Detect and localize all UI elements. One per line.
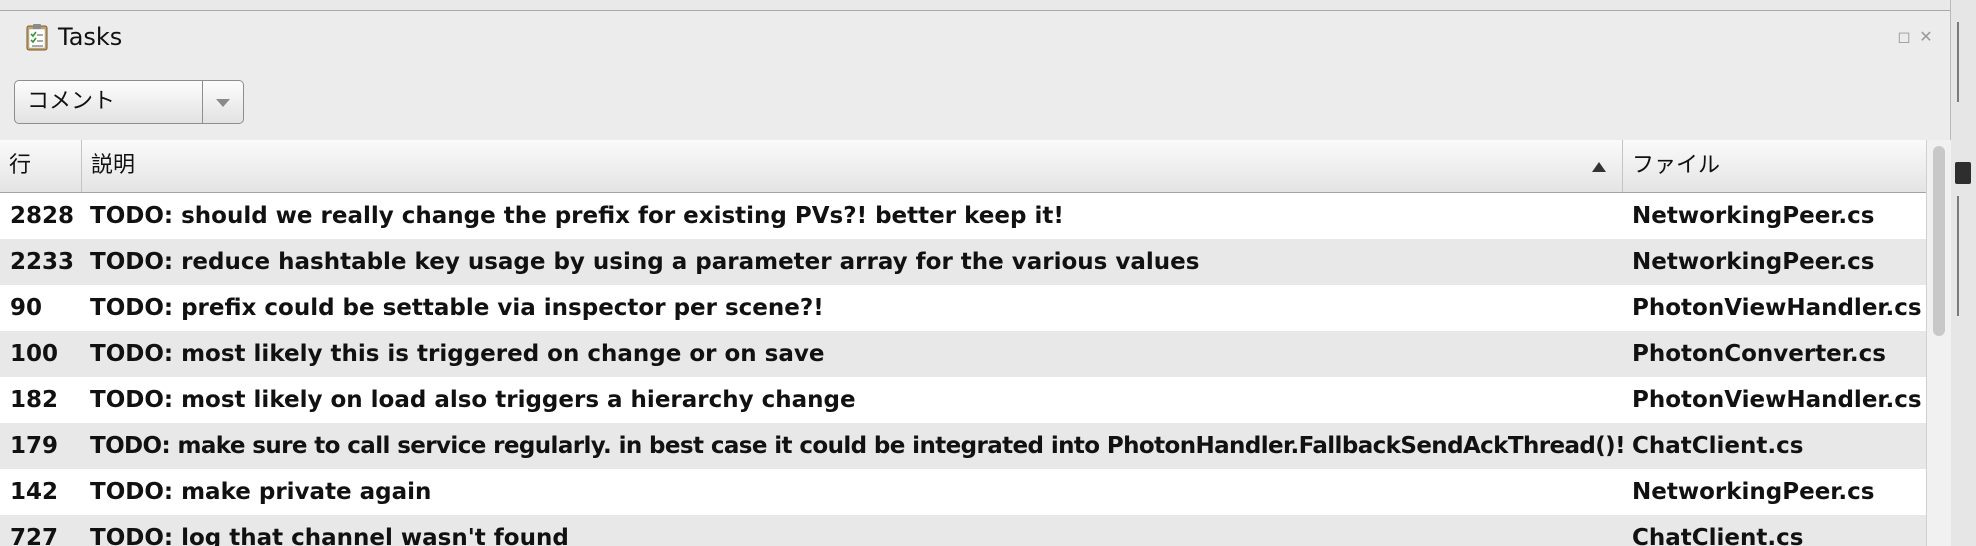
clipboard-checklist-icon [26, 24, 48, 51]
file-cell: ChatClient.cs [1632, 525, 1804, 546]
file-cell: PhotonViewHandler.cs [1632, 387, 1922, 413]
table-body: 2828 TODO: should we really change the p… [0, 193, 1926, 546]
vertical-scrollbar[interactable] [1926, 140, 1951, 546]
close-icon[interactable]: ✕ [1918, 29, 1934, 45]
line-cell: 90 [10, 295, 43, 321]
description-cell: TODO: should we really change the prefix… [90, 203, 1064, 229]
filter-selected-value: コメント [27, 89, 116, 114]
description-cell: TODO: most likely this is triggered on c… [90, 341, 825, 367]
table-row[interactable]: 727 TODO: log that channel wasn't found … [0, 515, 1926, 546]
filter-dropdown[interactable]: コメント [14, 80, 244, 124]
line-cell: 2233 [10, 249, 75, 275]
scrollbar-thumb[interactable] [1933, 146, 1945, 336]
line-cell: 100 [10, 341, 59, 367]
line-cell: 727 [10, 525, 59, 546]
table-row[interactable]: 90 TODO: prefix could be settable via in… [0, 285, 1926, 331]
tasks-table: 行 説明 ファイル 2828 TODO: should we really ch… [0, 140, 1926, 546]
vertical-tab-label-icon [1957, 196, 1971, 316]
table-row[interactable]: 2233 TODO: reduce hashtable key usage by… [0, 239, 1926, 285]
column-header-line[interactable]: 行 [0, 140, 82, 192]
file-cell: NetworkingPeer.cs [1632, 479, 1875, 505]
description-cell: TODO: prefix could be settable via inspe… [90, 295, 824, 321]
maximize-icon[interactable]: ◻ [1896, 29, 1912, 45]
table-row[interactable]: 182 TODO: most likely on load also trigg… [0, 377, 1926, 423]
vertical-tab-label-icon [1957, 22, 1971, 102]
table-row[interactable]: 100 TODO: most likely this is triggered … [0, 331, 1926, 377]
line-cell: 179 [10, 433, 59, 459]
line-cell: 2828 [10, 203, 75, 229]
column-header-file[interactable]: ファイル [1623, 140, 1926, 192]
file-cell: PhotonConverter.cs [1632, 341, 1886, 367]
table-header: 行 説明 ファイル [0, 140, 1926, 193]
description-cell: TODO: reduce hashtable key usage by usin… [90, 249, 1200, 275]
table-row[interactable]: 2828 TODO: should we really change the p… [0, 193, 1926, 239]
column-header-label: ファイル [1632, 153, 1721, 178]
column-header-label: 説明 [91, 153, 136, 178]
column-header-label: 行 [9, 153, 32, 178]
side-panel-strip[interactable] [1950, 0, 1976, 546]
file-cell: NetworkingPeer.cs [1632, 203, 1875, 229]
table-row[interactable]: 142 TODO: make private again NetworkingP… [0, 469, 1926, 515]
chevron-down-icon [216, 99, 230, 107]
panel-title: Tasks [58, 23, 123, 51]
description-cell: TODO: most likely on load also triggers … [90, 387, 856, 413]
file-cell: NetworkingPeer.cs [1632, 249, 1875, 275]
window-top-border [0, 0, 1950, 11]
table-row[interactable]: 179 TODO: make sure to call service regu… [0, 423, 1926, 469]
console-icon[interactable] [1955, 162, 1971, 184]
column-header-description[interactable]: 説明 [82, 140, 1623, 192]
description-cell: TODO: make private again [90, 479, 432, 505]
description-cell: TODO: log that channel wasn't found [90, 525, 569, 546]
line-cell: 142 [10, 479, 59, 505]
panel-controls: ◻ ✕ [1896, 29, 1934, 45]
sort-ascending-icon [1592, 162, 1606, 172]
file-cell: ChatClient.cs [1632, 433, 1804, 459]
tasks-panel-header: Tasks ◻ ✕ [0, 11, 1950, 67]
line-cell: 182 [10, 387, 59, 413]
dropdown-toggle-button[interactable] [202, 81, 243, 123]
file-cell: PhotonViewHandler.cs [1632, 295, 1922, 321]
description-cell: TODO: make sure to call service regularl… [90, 433, 1623, 459]
